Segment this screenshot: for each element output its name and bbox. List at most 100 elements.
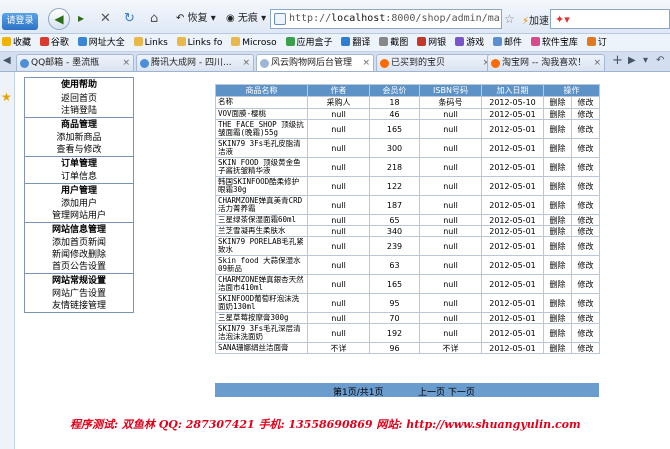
speed-button[interactable]: ⚡加速 xyxy=(522,12,549,27)
edit-link[interactable]: 修改 xyxy=(571,312,600,324)
delete-link[interactable]: 删除 xyxy=(543,312,572,324)
edit-link[interactable]: 修改 xyxy=(571,293,600,313)
restore-icon: ↶ xyxy=(176,13,185,24)
edit-link[interactable]: 修改 xyxy=(571,255,600,275)
tab-label: 腾讯大成网 - 四川... xyxy=(151,58,232,68)
menu-link-order-info[interactable]: 订单信息 xyxy=(25,171,133,183)
favorites-star-icon[interactable]: ★ xyxy=(1,90,12,104)
delete-link[interactable]: 删除 xyxy=(543,255,572,275)
browser-sidebar: ★ xyxy=(0,72,15,449)
favorite-item[interactable]: 应用盒子 xyxy=(284,34,337,51)
tab-scroll-left-icon[interactable]: ◀ xyxy=(3,55,11,66)
restore-button[interactable]: ↶ 恢复 ▾ xyxy=(172,9,220,29)
tab-tencent[interactable]: 腾讯大成网 - 四川... × xyxy=(136,54,254,71)
edit-link[interactable]: 修改 xyxy=(571,274,600,294)
edit-link[interactable]: 修改 xyxy=(571,96,600,109)
menu-link-logout[interactable]: 注销登陆 xyxy=(25,105,133,117)
close-icon[interactable]: × xyxy=(242,55,250,71)
favorite-item[interactable]: Microso xyxy=(229,34,280,51)
edit-link[interactable]: 修改 xyxy=(571,214,600,226)
delete-link[interactable]: 删除 xyxy=(543,176,572,196)
favorite-item[interactable]: 游戏 xyxy=(453,34,488,51)
menu-link-notice[interactable]: 首页公告设置 xyxy=(25,261,133,273)
menu-link-home[interactable]: 返回首页 xyxy=(25,93,133,105)
edit-link[interactable]: 修改 xyxy=(571,176,600,196)
menu-link-links[interactable]: 友情链接管理 xyxy=(25,300,133,312)
delete-link[interactable]: 删除 xyxy=(543,195,572,215)
close-icon[interactable]: × xyxy=(362,55,370,71)
favorite-item[interactable]: 网址大全 xyxy=(76,34,129,51)
delete-link[interactable]: 删除 xyxy=(543,225,572,237)
favorite-item[interactable]: 收藏 xyxy=(0,34,35,51)
delete-link[interactable]: 删除 xyxy=(543,96,572,109)
favorite-item[interactable]: Links xyxy=(132,34,172,51)
menu-link-manage-users[interactable]: 管理网站用户 xyxy=(25,210,133,222)
home-icon[interactable]: ⌂ xyxy=(146,9,162,29)
star-icon xyxy=(2,37,11,46)
edit-link[interactable]: 修改 xyxy=(571,236,600,256)
delete-link[interactable]: 删除 xyxy=(543,236,572,256)
favorite-item[interactable]: 截图 xyxy=(377,34,412,51)
favorite-item[interactable]: Links fo xyxy=(175,34,227,51)
edit-link[interactable]: 修改 xyxy=(571,157,600,177)
search-input[interactable]: ✦▾ xyxy=(550,9,670,29)
edit-link[interactable]: 修改 xyxy=(571,342,600,354)
favorite-item[interactable]: 谷歌 xyxy=(38,34,73,51)
forward-icon[interactable]: ▸ xyxy=(72,8,90,30)
page-icon xyxy=(260,59,269,68)
cell-price: 300 xyxy=(369,138,420,158)
edit-link[interactable]: 修改 xyxy=(571,108,600,120)
tab-admin[interactable]: 风云购物网后台管理 × xyxy=(256,54,374,71)
search-engine-icon[interactable]: ✦▾ xyxy=(555,13,570,26)
menu-link-edit-news[interactable]: 新闻修改删除 xyxy=(25,249,133,261)
close-icon[interactable]: × xyxy=(122,55,130,71)
tab-scroll-right-icon[interactable]: ▶ xyxy=(628,55,636,66)
cell-isbn: null xyxy=(419,176,482,196)
tab-qq-mail[interactable]: QQ邮箱 - 墨流瓶 × xyxy=(16,54,134,71)
menu-link-add-product[interactable]: 添加新商品 xyxy=(25,132,133,144)
edit-link[interactable]: 修改 xyxy=(571,195,600,215)
favorite-item[interactable]: 软件宝库 xyxy=(529,34,582,51)
menu-link-add-news[interactable]: 添加首页新闻 xyxy=(25,237,133,249)
delete-link[interactable]: 删除 xyxy=(543,293,572,313)
pager-links[interactable]: 上一页 下一页 xyxy=(418,385,475,398)
cell-isbn: null xyxy=(419,255,482,275)
menu-link-edit-products[interactable]: 查看与修改 xyxy=(25,144,133,156)
delete-link[interactable]: 删除 xyxy=(543,342,572,354)
back-icon[interactable]: ◀ xyxy=(48,8,70,30)
restore-tabs-icon[interactable]: ↶ xyxy=(656,55,664,66)
tab-purchased[interactable]: 已买到的宝贝× xyxy=(376,54,494,71)
table-row: VOV面膜-樱桃 null 46 null 2012-05-01 删除 修改 xyxy=(215,108,600,120)
edit-link[interactable]: 修改 xyxy=(571,225,600,237)
refresh-icon[interactable]: ↻ xyxy=(120,9,139,29)
edit-link[interactable]: 修改 xyxy=(571,138,600,158)
menu-link-add-user[interactable]: 添加用户 xyxy=(25,198,133,210)
stop-icon[interactable]: ✕ xyxy=(96,9,115,29)
incognito-button[interactable]: ◉ 无痕 ▾ xyxy=(222,9,270,29)
favorite-item[interactable]: 订 xyxy=(585,34,611,51)
close-icon[interactable]: × xyxy=(593,55,601,71)
tab-taobao[interactable]: 淘宝网 -- 淘我喜欢！ × xyxy=(487,54,605,71)
tab-list-icon[interactable]: ▾ xyxy=(643,55,648,66)
delete-link[interactable]: 删除 xyxy=(543,138,572,158)
favorite-item[interactable]: 网银 xyxy=(415,34,450,51)
delete-link[interactable]: 删除 xyxy=(543,108,572,120)
bookmark-star-icon[interactable]: ☆ xyxy=(504,12,515,26)
favorites-bar: 收藏 谷歌 网址大全 Links Links fo Microso 应用盒子 翻… xyxy=(0,34,670,52)
scissors-icon xyxy=(379,37,389,46)
delete-link[interactable]: 删除 xyxy=(543,274,572,294)
login-button[interactable]: 请登录 xyxy=(2,13,38,30)
new-tab-icon[interactable]: + xyxy=(612,53,623,68)
edit-link[interactable]: 修改 xyxy=(571,119,600,139)
menu-link-ads[interactable]: 网站广告设置 xyxy=(25,288,133,300)
delete-link[interactable]: 删除 xyxy=(543,157,572,177)
table-row: THE FACE SHOP 顶级抗皱面霜(晚霜)55g null 165 null 20… xyxy=(215,119,600,139)
delete-link[interactable]: 删除 xyxy=(543,323,572,343)
delete-link[interactable]: 删除 xyxy=(543,119,572,139)
cell-date: 2012-05-01 xyxy=(481,176,544,196)
favorite-item[interactable]: 翻译 xyxy=(339,34,374,51)
delete-link[interactable]: 删除 xyxy=(543,214,572,226)
favorite-item[interactable]: 邮件 xyxy=(491,34,526,51)
edit-link[interactable]: 修改 xyxy=(571,323,600,343)
address-bar[interactable]: http://localhost:8000/shop/admin/mar xyxy=(270,9,502,29)
